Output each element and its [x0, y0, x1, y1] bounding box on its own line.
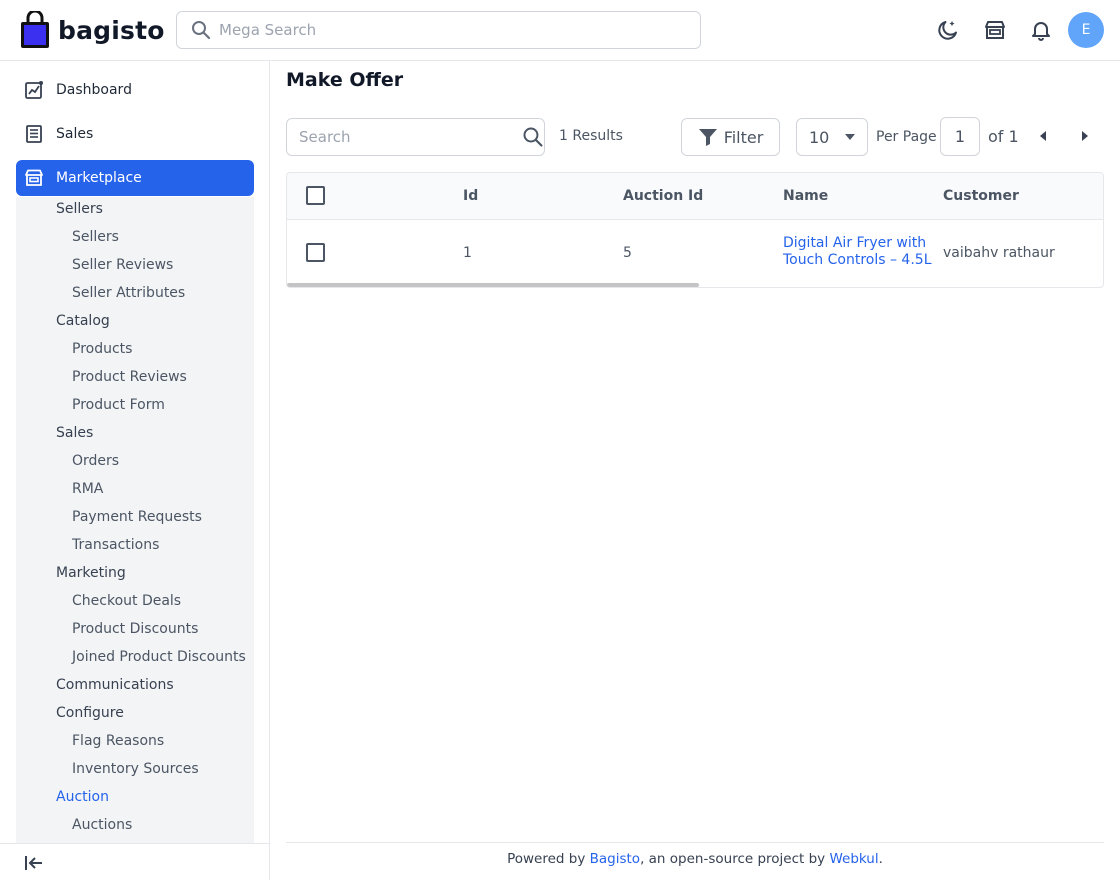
sidebar-sub-configure[interactable]: Configure	[56, 703, 124, 723]
current-page-input[interactable]	[940, 117, 980, 156]
cell-auction-id: 5	[623, 245, 632, 261]
user-avatar[interactable]: E	[1068, 12, 1104, 48]
sidebar-sub-sellers[interactable]: Sellers	[56, 199, 103, 219]
footer: Powered by Bagisto, an open-source proje…	[286, 851, 1104, 867]
receipt-icon	[26, 125, 42, 143]
sidebar-sub-auction[interactable]: Auction	[56, 787, 109, 807]
collapse-sidebar-button[interactable]	[22, 851, 46, 875]
next-page-button[interactable]	[1077, 128, 1093, 144]
datagrid-search-box[interactable]	[286, 118, 545, 156]
sidebar-sub-communications[interactable]: Communications	[56, 675, 174, 695]
cell-name-link[interactable]: Digital Air Fryer with Touch Controls – …	[783, 235, 932, 269]
sidebar-sub-auctions[interactable]: Auctions	[72, 815, 132, 835]
brand-logo[interactable]: bagisto	[20, 10, 165, 50]
datagrid-search-input[interactable]	[299, 128, 509, 146]
sidebar-sub-catalog[interactable]: Catalog	[56, 311, 110, 331]
mega-search-input[interactable]	[219, 21, 679, 39]
sidebar-sub-products[interactable]: Products	[72, 339, 132, 359]
previous-page-button[interactable]	[1035, 128, 1051, 144]
filter-icon	[698, 129, 717, 146]
sidebar-sub-sellers-list[interactable]: Sellers	[72, 227, 119, 247]
sidebar-item-label: Marketplace	[56, 170, 142, 186]
sidebar-sub-rma[interactable]: RMA	[72, 479, 103, 499]
caret-right-icon	[1082, 131, 1088, 141]
bell-icon	[1032, 22, 1050, 41]
sidebar-sub-marketing[interactable]: Marketing	[56, 563, 126, 583]
sidebar-sub-orders[interactable]: Orders	[72, 451, 119, 471]
cell-name-line: Digital Air Fryer with	[783, 235, 927, 251]
caret-left-icon	[1040, 131, 1046, 141]
bagisto-link[interactable]: Bagisto	[590, 851, 640, 867]
sidebar-divider	[0, 843, 270, 844]
sidebar-sub-inventory-sources[interactable]: Inventory Sources	[72, 759, 199, 779]
cell-id: 1	[463, 245, 472, 261]
sidebar-sub-seller-attributes[interactable]: Seller Attributes	[72, 283, 185, 303]
total-pages-label: of 1	[988, 127, 1019, 146]
sidebar: Dashboard Sales Marketplace Sellers Sell…	[0, 61, 270, 880]
sidebar-item-marketplace[interactable]: Marketplace	[16, 160, 254, 196]
column-header-id[interactable]: Id	[463, 188, 478, 204]
footer-suffix: .	[878, 851, 883, 867]
footer-divider	[286, 842, 1104, 843]
per-page-select[interactable]: 10	[796, 118, 868, 156]
per-page-value: 10	[809, 127, 830, 147]
column-header-name[interactable]: Name	[783, 188, 828, 204]
shopping-bag-logo-icon	[21, 11, 49, 48]
footer-middle: , an open-source project by	[640, 851, 830, 867]
cell-name-line: Touch Controls – 4.5L	[783, 252, 932, 268]
sidebar-item-dashboard[interactable]: Dashboard	[16, 72, 254, 108]
sidebar-sub-sales[interactable]: Sales	[56, 423, 93, 443]
sidebar-sub-checkout-deals[interactable]: Checkout Deals	[72, 591, 181, 611]
dashboard-icon	[25, 81, 43, 99]
sidebar-sub-product-reviews[interactable]: Product Reviews	[72, 367, 187, 387]
sidebar-sub-transactions[interactable]: Transactions	[72, 535, 159, 555]
caret-down-icon	[845, 134, 856, 140]
column-header-auction-id[interactable]: Auction Id	[623, 188, 703, 204]
row-checkbox[interactable]	[306, 243, 325, 262]
avatar-initial: E	[1081, 22, 1091, 38]
results-count: 1 Results	[559, 128, 623, 144]
table-header: Id Auction Id Name Customer	[287, 173, 1103, 220]
footer-prefix: Powered by	[507, 851, 590, 867]
top-header: bagisto E	[0, 0, 1120, 61]
store-icon	[985, 21, 1005, 39]
dark-mode-toggle[interactable]	[936, 18, 960, 42]
cell-customer: vaibahv rathaur	[943, 245, 1055, 261]
webkul-link[interactable]: Webkul	[829, 851, 878, 867]
select-all-checkbox[interactable]	[306, 186, 325, 205]
horizontal-scrollbar[interactable]	[287, 283, 699, 287]
filter-label: Filter	[723, 127, 764, 147]
sidebar-sub-seller-reviews[interactable]: Seller Reviews	[72, 255, 173, 275]
sidebar-item-label: Dashboard	[56, 82, 132, 98]
search-icon[interactable]	[522, 126, 544, 148]
brand-name: bagisto	[58, 15, 165, 45]
sidebar-sub-product-form[interactable]: Product Form	[72, 395, 165, 415]
column-header-customer[interactable]: Customer	[943, 188, 1019, 204]
store-icon	[25, 169, 43, 186]
sidebar-sub-payment-requests[interactable]: Payment Requests	[72, 507, 202, 527]
sidebar-item-sales[interactable]: Sales	[16, 116, 254, 152]
per-page-label: Per Page	[876, 129, 937, 145]
page-title: Make Offer	[286, 69, 404, 91]
mega-search-box[interactable]	[176, 11, 701, 49]
filter-button[interactable]: Filter	[681, 118, 780, 156]
sidebar-item-label: Sales	[56, 126, 94, 142]
search-icon	[192, 21, 211, 40]
sidebar-sub-flag-reasons[interactable]: Flag Reasons	[72, 731, 164, 751]
sidebar-sub-product-discounts[interactable]: Product Discounts	[72, 619, 198, 639]
storefront-button[interactable]	[983, 18, 1007, 42]
moon-icon	[938, 21, 957, 40]
make-offer-table: Id Auction Id Name Customer 1 5 Digital …	[286, 172, 1104, 288]
sidebar-sub-joined-product-discounts[interactable]: Joined Product Discounts	[72, 647, 246, 667]
notifications-button[interactable]	[1029, 18, 1053, 42]
collapse-left-icon	[25, 856, 42, 870]
